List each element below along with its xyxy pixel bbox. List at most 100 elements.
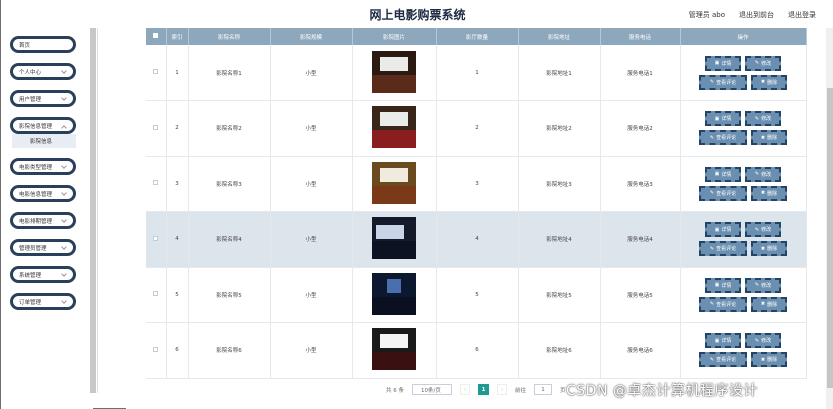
logout-link[interactable]: 退出登录 xyxy=(788,10,816,20)
edit-button[interactable]: ✎ 修改 xyxy=(745,333,781,349)
detail-button[interactable]: ▣ 详情 xyxy=(705,333,741,349)
sidebar-item-label: 电影排期管理 xyxy=(19,218,53,225)
cinema-image-cell xyxy=(352,100,437,157)
delete-button[interactable]: ✖ 删除 xyxy=(751,352,787,368)
sidebar-item-movie-type-management[interactable]: 电影类型管理 xyxy=(10,158,76,175)
row-checkbox[interactable] xyxy=(153,346,159,352)
sidebar-subitem-label: 影院信息 xyxy=(30,139,53,145)
table-row: 5 影院名称5 小型 5 影院地址5 服务电话5 ▣ 详情 ✎ 修改 ✎ 查看评论 ✖… xyxy=(146,267,807,323)
sidebar-item-order-management[interactable]: 订单管理 xyxy=(10,293,76,310)
detail-button[interactable]: ▣ 详情 xyxy=(705,111,741,127)
chevron-down-icon xyxy=(61,217,67,223)
edit-button[interactable]: ✎ 修改 xyxy=(745,166,781,182)
column-header[interactable]: 影院规模 xyxy=(270,28,353,45)
index-cell: 3 xyxy=(166,156,189,212)
row-checkbox[interactable] xyxy=(153,69,159,74)
table-row: 6 影院名称6 小型 6 影院地址6 服务电话6 ▣ 详情 ✎ 修改 ✎ 查看评论 ✖… xyxy=(146,322,807,379)
view-reviews-button[interactable]: ✎ 查看评论 xyxy=(699,296,747,312)
column-header: 影院图片 xyxy=(352,28,437,45)
sidebar-item-schedule-management[interactable]: 电影排期管理 xyxy=(10,212,76,229)
row-checkbox[interactable] xyxy=(153,180,159,186)
column-header[interactable]: 影院名称 xyxy=(188,28,271,45)
cinema-thumbnail[interactable] xyxy=(372,161,416,204)
edit-label: 修改 xyxy=(761,60,772,67)
chevron-down-icon xyxy=(61,163,67,169)
cinema-scale-cell: 小型 xyxy=(270,211,353,268)
current-user: 管理员 abo xyxy=(688,11,725,19)
detail-button[interactable]: ▣ 详情 xyxy=(705,277,741,293)
table-row: 4 影院名称4 小型 4 影院地址4 服务电话4 ▣ 详情 ✎ 修改 ✎ 查看评论 ✖… xyxy=(146,211,807,268)
cinema-name-cell: 影院名称4 xyxy=(188,211,271,268)
sidebar-item-home[interactable]: 首页 xyxy=(10,36,76,53)
edit-button[interactable]: ✎ 修改 xyxy=(745,222,781,238)
goto-label: 前往 xyxy=(515,387,527,394)
sidebar-item-profile[interactable]: 个人中心 xyxy=(10,63,76,80)
next-page-button[interactable]: › xyxy=(497,384,507,395)
table-row: 2 影院名称2 小型 2 影院地址2 服务电话2 ▣ 详情 ✎ 修改 ✎ 查看评论 ✖… xyxy=(146,100,807,157)
view-reviews-button[interactable]: ✎ 查看评论 xyxy=(699,352,747,368)
row-actions: ▣ 详情 ✎ 修改 ✎ 查看评论 ✖ 删除 xyxy=(681,277,806,312)
view-reviews-button[interactable]: ✎ 查看评论 xyxy=(699,241,747,257)
exit-to-frontend-link[interactable]: 退出到前台 xyxy=(739,10,774,20)
sidebar-item-admin-management[interactable]: 管理员管理 xyxy=(10,239,76,256)
view-reviews-button[interactable]: ✎ 查看评论 xyxy=(699,74,747,90)
view-reviews-label: 查看评论 xyxy=(716,301,737,308)
page-scrollbar[interactable] xyxy=(826,28,833,409)
current-page-button[interactable]: 1 xyxy=(478,384,489,395)
edit-icon: ✎ xyxy=(754,226,760,233)
thumbnail-screen xyxy=(380,334,408,349)
detail-label: 详情 xyxy=(721,338,732,345)
row-checkbox[interactable] xyxy=(153,124,159,130)
delete-button[interactable]: ✖ 删除 xyxy=(751,130,787,146)
cinema-thumbnail[interactable] xyxy=(372,106,416,149)
table-row: 3 影院名称3 小型 3 影院地址3 服务电话3 ▣ 详情 ✎ 修改 ✎ 查看评论 ✖… xyxy=(146,156,807,212)
delete-label: 删除 xyxy=(767,246,778,253)
delete-button[interactable]: ✖ 删除 xyxy=(751,241,787,257)
sidebar-subitem-cinema-info[interactable]: 影院信息 xyxy=(12,134,76,148)
cinema-thumbnail[interactable] xyxy=(372,328,416,371)
edit-button[interactable]: ✎ 修改 xyxy=(745,55,781,71)
view-reviews-button[interactable]: ✎ 查看评论 xyxy=(699,130,747,146)
column-header[interactable]: 影院地址 xyxy=(518,28,601,45)
cinema-name-cell: 影院名称1 xyxy=(188,45,271,101)
cinema-image-cell xyxy=(352,322,437,379)
goto-page-input[interactable]: 1 xyxy=(534,384,553,395)
sidebar: 首页 个人中心 用户管理 影院信息管理 影院信息 电影类型管理 电影信息管理 电… xyxy=(1,28,93,409)
thumbnail-seats xyxy=(372,130,416,149)
detail-button[interactable]: ▣ 详情 xyxy=(705,55,741,71)
delete-button[interactable]: ✖ 删除 xyxy=(751,296,787,312)
select-all-checkbox[interactable] xyxy=(153,33,159,38)
thumbnail-seats xyxy=(372,185,416,204)
view-reviews-button[interactable]: ✎ 查看评论 xyxy=(699,185,747,201)
delete-button[interactable]: ✖ 删除 xyxy=(751,185,787,201)
detail-button[interactable]: ▣ 详情 xyxy=(705,222,741,238)
row-select-cell xyxy=(146,322,167,379)
top-header: 网上电影购票系统 管理员 abo 退出到前台 退出登录 xyxy=(1,0,833,28)
edit-button[interactable]: ✎ 修改 xyxy=(745,111,781,127)
cinema-thumbnail[interactable] xyxy=(372,217,416,260)
sidebar-item-system-management[interactable]: 系统管理 xyxy=(10,266,76,283)
delete-button[interactable]: ✖ 删除 xyxy=(751,74,787,90)
detail-button[interactable]: ▣ 详情 xyxy=(705,166,741,182)
sidebar-scrollbar[interactable] xyxy=(90,28,96,393)
column-header[interactable]: 影厅数量 xyxy=(436,28,519,45)
edit-label: 修改 xyxy=(761,116,772,123)
scrollbar-thumb[interactable] xyxy=(827,88,833,388)
prev-page-button[interactable]: ‹ xyxy=(460,384,470,395)
sidebar-item-label: 个人中心 xyxy=(19,69,42,76)
column-header[interactable]: 服务电话 xyxy=(600,28,681,45)
edit-label: 修改 xyxy=(761,227,772,234)
actions-cell: ▣ 详情 ✎ 修改 ✎ 查看评论 ✖ 删除 xyxy=(680,45,807,101)
sidebar-item-users[interactable]: 用户管理 xyxy=(10,90,76,107)
cinema-thumbnail[interactable] xyxy=(372,272,416,315)
view-reviews-label: 查看评论 xyxy=(716,135,737,142)
sidebar-item-movie-info-management[interactable]: 电影信息管理 xyxy=(10,185,76,202)
edit-button[interactable]: ✎ 修改 xyxy=(745,277,781,293)
row-checkbox[interactable] xyxy=(153,291,159,297)
page-size-select[interactable]: 10条/页 xyxy=(412,384,452,395)
edit-icon: ✎ xyxy=(709,245,715,252)
cinema-scale-cell: 小型 xyxy=(270,267,353,323)
cinema-thumbnail[interactable] xyxy=(372,50,416,93)
sidebar-item-cinema-info-management[interactable]: 影院信息管理 xyxy=(10,117,76,134)
row-checkbox[interactable] xyxy=(153,235,159,241)
